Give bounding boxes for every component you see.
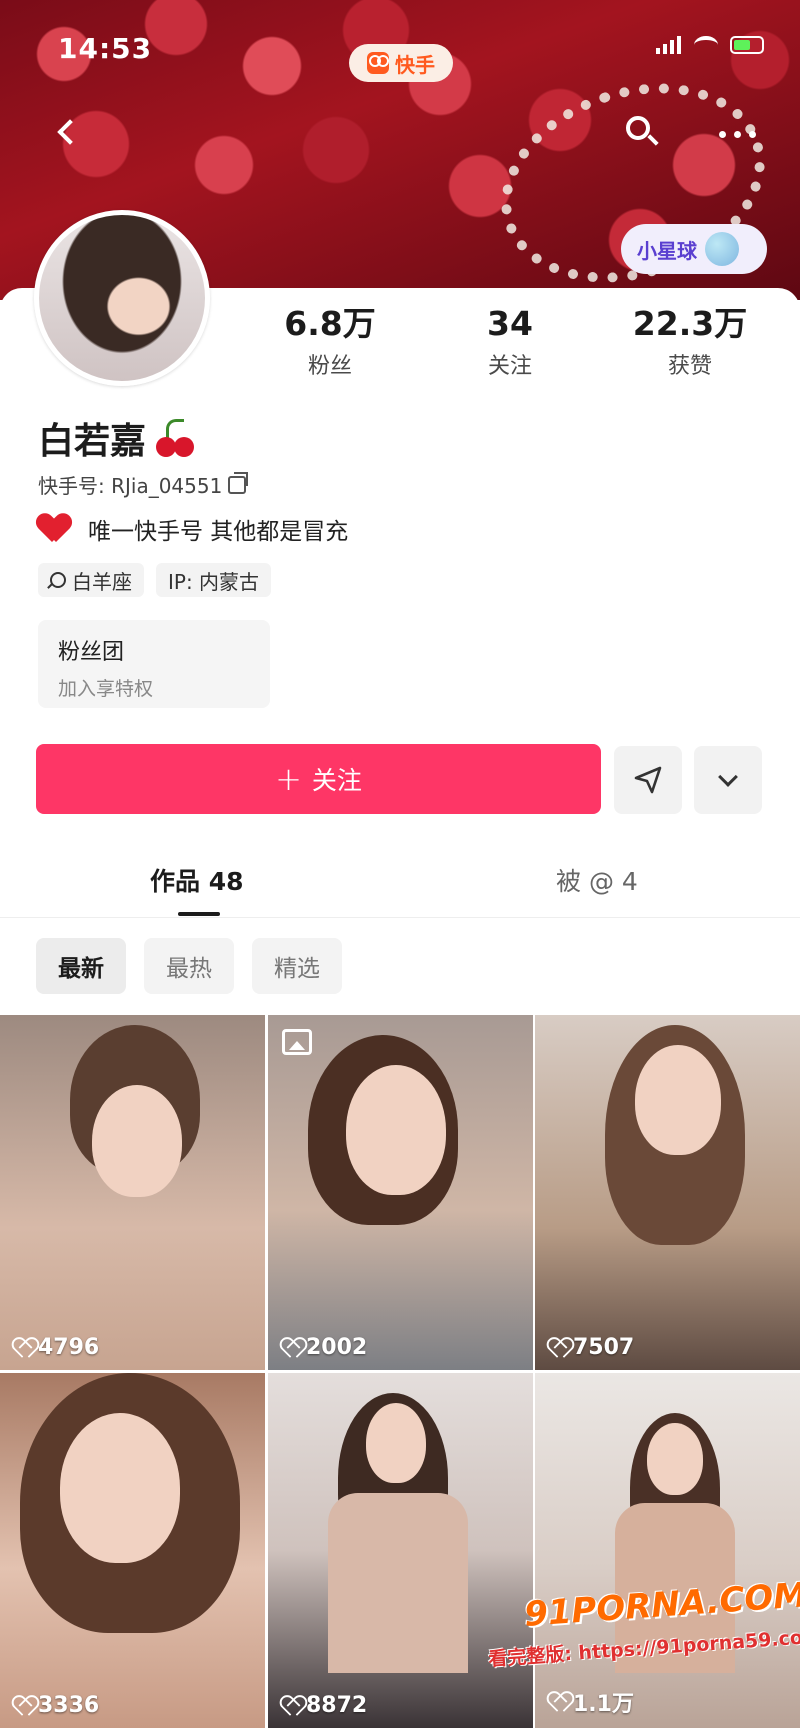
fan-club-subtitle: 加入享特权 [58,678,154,700]
planet-badge-label: 小星球 [637,238,697,263]
stat-following[interactable]: 34 关注 [420,304,600,384]
stat-value: 22.3万 [632,304,748,343]
expand-button[interactable] [694,746,762,814]
stat-value: 34 [487,304,533,343]
follow-button[interactable]: + 关注 [36,744,601,814]
tag-label: IP: 内蒙古 [168,569,260,594]
heart-outline-icon [282,1697,302,1715]
back-button[interactable] [44,110,88,154]
video-thumbnail[interactable]: 3336 [0,1373,265,1728]
bio-text: 唯一快手号 其他都是冒充 [88,519,349,545]
stat-label: 粉丝 [307,354,352,379]
avatar[interactable] [34,210,210,386]
stat-value: 6.8万 [284,304,376,343]
copy-icon[interactable] [228,471,249,494]
sort-filters: 最新 最热 精选 [36,938,342,994]
tab-active-indicator [178,912,220,916]
video-thumbnail[interactable]: 4796 [0,1015,265,1370]
profile-bio: 唯一快手号 其他都是冒充 [38,512,348,546]
like-count-text: 4796 [38,1335,100,1360]
filter-featured[interactable]: 精选 [252,938,342,994]
more-options-button[interactable] [712,114,762,154]
fan-club-title: 粉丝团 [58,640,125,665]
send-message-button[interactable] [614,746,682,814]
video-thumbnail[interactable]: 2002 [268,1015,533,1370]
content-tabs: 作品 48 被 @ 4 [0,850,800,918]
search-button[interactable] [622,112,662,152]
app-badge: 快手 [349,44,453,82]
tab-works[interactable]: 作品 48 [150,862,244,898]
like-count: 3336 [14,1693,99,1718]
kuaishou-logo-icon [367,52,389,74]
video-thumbnail[interactable]: 7507 [535,1015,800,1370]
fan-club-card[interactable]: 粉丝团 加入享特权 [38,620,270,708]
like-count: 1.1万 [549,1686,634,1718]
like-count-text: 3336 [38,1693,100,1718]
plus-icon: + [275,760,302,798]
wifi-icon [694,36,718,54]
like-count-text: 8872 [306,1693,368,1718]
planet-icon [705,232,739,266]
heart-icon [38,514,70,544]
account-id-text: 快手号: RJia_04551 [38,474,223,498]
account-id: 快手号: RJia_04551 [38,470,249,499]
profile-tags: 白羊座 IP: 内蒙古 [38,563,272,597]
battery-icon [730,36,764,54]
like-count: 7507 [549,1335,634,1360]
tag-label: 白羊座 [72,569,132,594]
signal-icon [656,36,682,54]
stat-label: 关注 [487,354,532,379]
tab-mentioned[interactable]: 被 @ 4 [556,862,638,898]
like-count: 4796 [14,1335,99,1360]
site-watermark: 91PORNA.COM 看完整版: https://91porna59.com [488,1575,800,1675]
photo-album-icon [282,1029,312,1055]
status-bar: 14:53 快手 [0,28,800,82]
heart-outline-icon [282,1339,302,1357]
profile-stats: 6.8万 粉丝 34 关注 22.3万 获赞 [240,304,780,384]
like-count-text: 1.1万 [573,1692,634,1717]
tag-ip-location: IP: 内蒙古 [156,563,272,597]
chevron-down-icon [718,767,738,787]
like-count-text: 2002 [306,1335,368,1360]
like-count-text: 7507 [573,1335,635,1360]
heart-outline-icon [549,1693,569,1711]
tag-zodiac[interactable]: 白羊座 [38,563,144,597]
like-count: 8872 [282,1693,367,1718]
stat-likes[interactable]: 22.3万 获赞 [600,304,780,384]
nickname-text: 白若嘉 [38,421,147,462]
little-planet-badge[interactable]: 小星球 [621,224,767,274]
follow-label: 关注 [311,766,362,795]
heart-outline-icon [14,1697,34,1715]
filter-latest[interactable]: 最新 [36,938,126,994]
stat-followers[interactable]: 6.8万 粉丝 [240,304,420,384]
status-time: 14:53 [58,32,153,65]
stat-label: 获赞 [667,354,712,379]
heart-outline-icon [14,1339,34,1357]
like-count: 2002 [282,1335,367,1360]
app-badge-label: 快手 [395,52,435,77]
chevron-left-icon [57,119,83,145]
heart-outline-icon [549,1339,569,1357]
send-icon [634,766,662,794]
zodiac-icon [50,572,66,588]
status-icons [656,36,764,54]
cherry-icon [152,417,198,459]
profile-nickname: 白若嘉 [38,412,198,464]
filter-hottest[interactable]: 最热 [144,938,234,994]
